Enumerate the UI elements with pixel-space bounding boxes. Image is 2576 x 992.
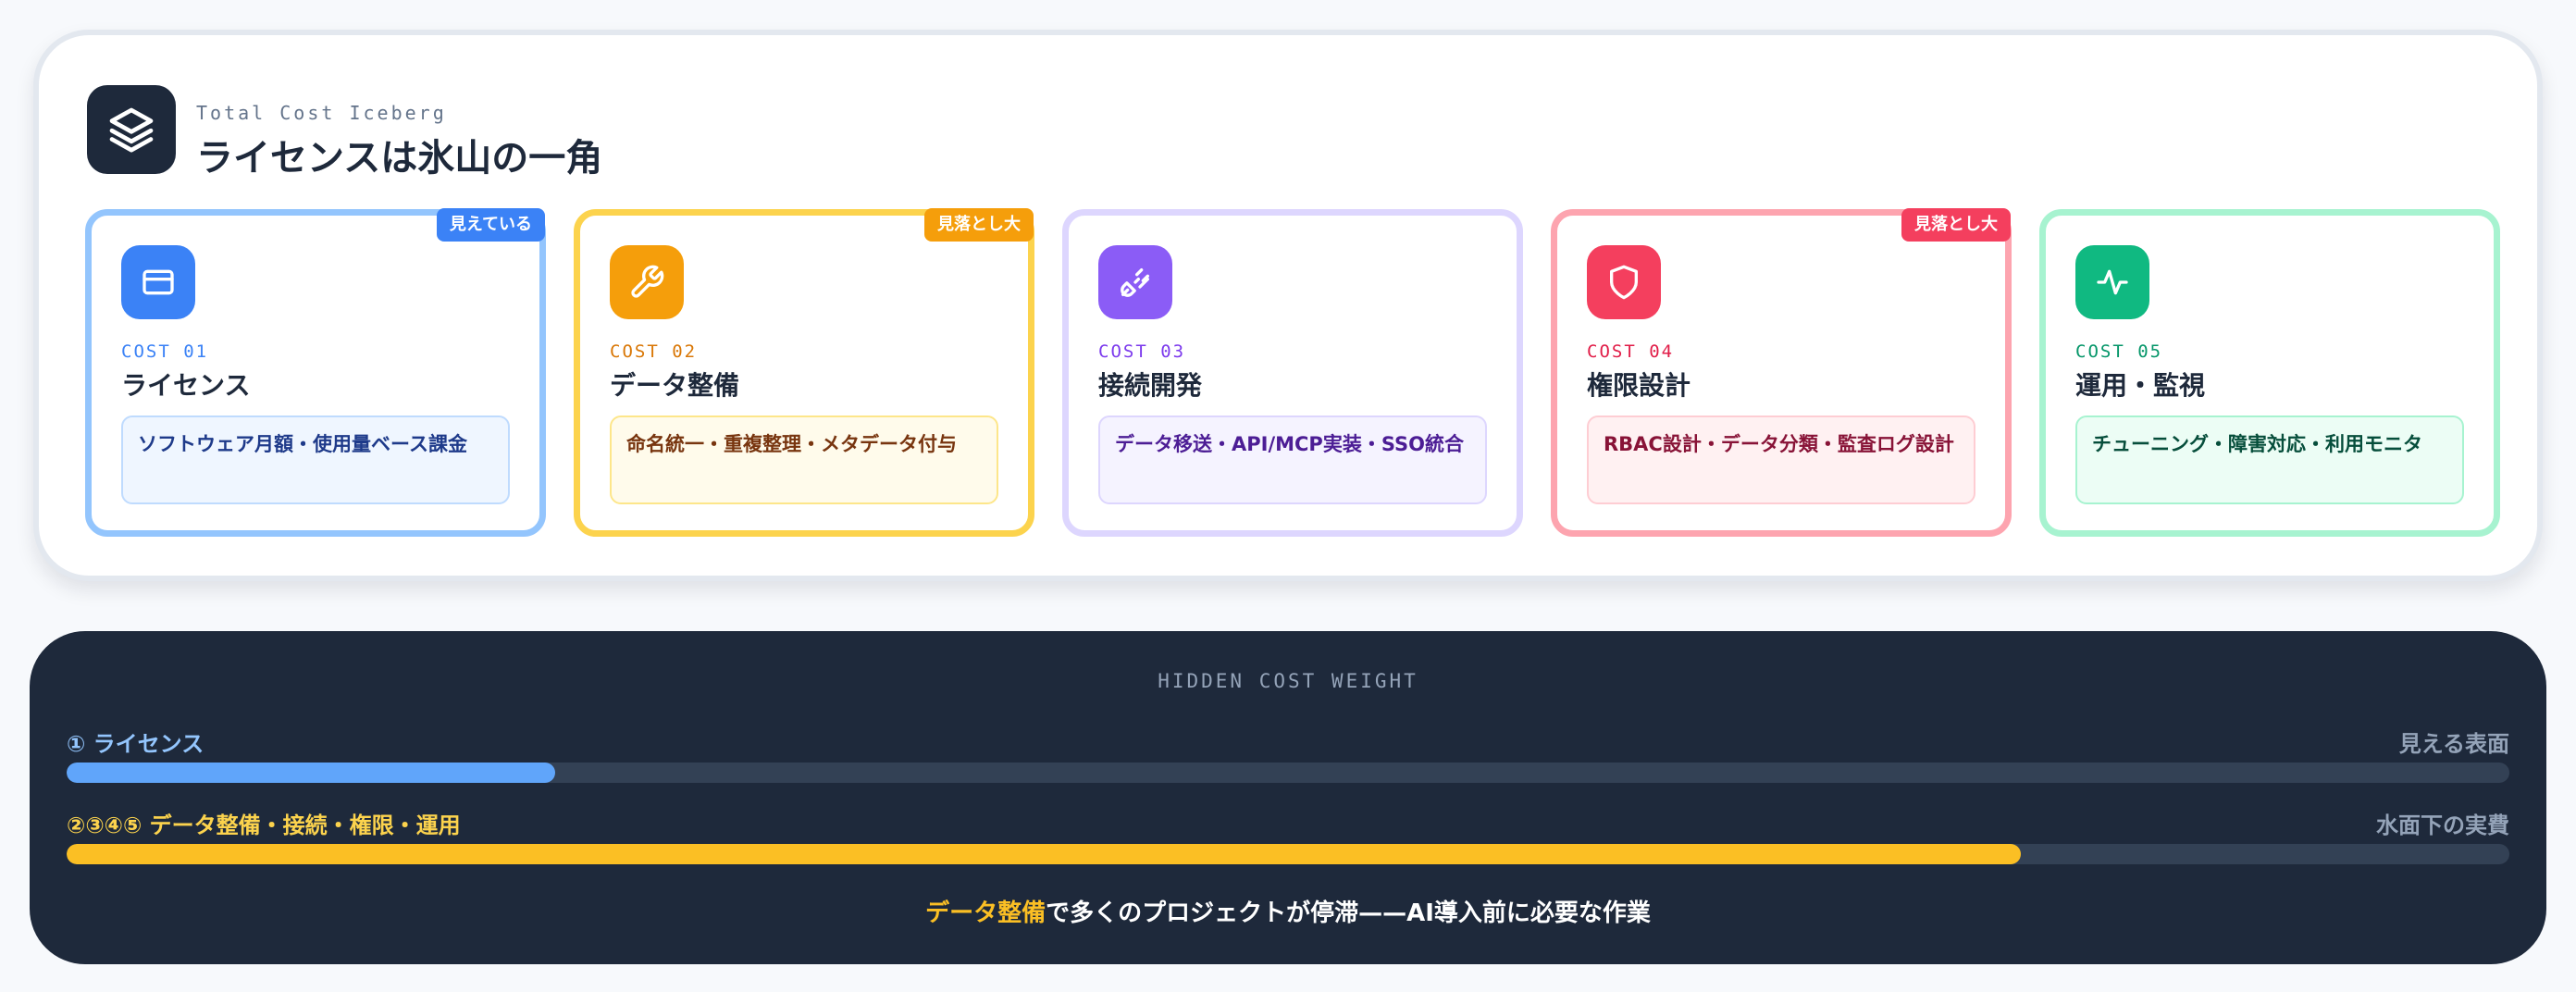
section-eyebrow: Total Cost Iceberg xyxy=(196,102,447,124)
cost-iceberg-card: Total Cost Iceberg ライセンスは氷山の一角 見えている COS… xyxy=(33,30,2543,581)
credit-card-icon xyxy=(121,245,195,319)
shield-icon xyxy=(1587,245,1661,319)
bar-fill-visible xyxy=(67,763,555,783)
footnote: データ整備で多くのプロジェクトが停滞——AI導入前に必要な作業 xyxy=(30,894,2546,928)
cost-code: COST 03 xyxy=(1098,341,1186,362)
activity-icon xyxy=(2075,245,2149,319)
cost-title: 運用・監視 xyxy=(2075,370,2206,401)
panel-label: HIDDEN COST WEIGHT xyxy=(1158,670,1418,692)
page-title: ライセンスは氷山の一角 xyxy=(196,137,603,180)
cost-code: COST 01 xyxy=(121,341,209,362)
cost-description: RBAC設計・データ分類・監査ログ設計 xyxy=(1587,415,1975,504)
cost-title: 接続開発 xyxy=(1098,370,1203,401)
cost-code: COST 04 xyxy=(1587,341,1675,362)
layers-icon xyxy=(87,85,176,174)
footnote-text: で多くのプロジェクトが停滞——AI導入前に必要な作業 xyxy=(1046,899,1651,927)
bar-track-hidden xyxy=(67,844,2509,864)
overlooked-badge: 見落とし大 xyxy=(924,208,1034,242)
cost-title: データ整備 xyxy=(610,370,740,401)
hidden-cost-panel: HIDDEN COST WEIGHT ① ライセンス 見える表面 ②③④⑤ デー… xyxy=(30,631,2546,964)
cost-card-license: 見えている COST 01 ライセンス ソフトウェア月額・使用量ベース課金 xyxy=(85,208,546,537)
bar-label-hidden: ②③④⑤ データ整備・接続・権限・運用 xyxy=(67,812,461,838)
cost-card-data-prep: 見落とし大 COST 02 データ整備 命名統一・重複整理・メタデータ付与 xyxy=(574,208,1034,537)
cost-description: ソフトウェア月額・使用量ベース課金 xyxy=(121,415,510,504)
visible-badge: 見えている xyxy=(436,208,545,242)
cost-description: チューニング・障害対応・利用モニタ xyxy=(2075,415,2464,504)
cost-card-operations: COST 05 運用・監視 チューニング・障害対応・利用モニタ xyxy=(2039,209,2500,537)
bar-tag-visible: 見える表面 xyxy=(2398,731,2509,757)
cost-description: データ移送・API/MCP実装・SSO統合 xyxy=(1098,415,1487,504)
cost-card-permissions: 見落とし大 COST 04 権限設計 RBAC設計・データ分類・監査ログ設計 xyxy=(1551,208,2012,537)
cost-title: 権限設計 xyxy=(1587,370,1691,401)
cost-cards: 見えている COST 01 ライセンス ソフトウェア月額・使用量ベース課金 見落… xyxy=(85,208,2500,537)
footnote-highlight: データ整備 xyxy=(925,899,1046,927)
cost-card-integration: COST 03 接続開発 データ移送・API/MCP実装・SSO統合 xyxy=(1062,209,1523,537)
bar-tag-hidden: 水面下の実費 xyxy=(2376,812,2509,838)
cost-code: COST 02 xyxy=(610,341,698,362)
overlooked-badge: 見落とし大 xyxy=(1901,208,2011,242)
wrench-icon xyxy=(610,245,684,319)
bar-fill-hidden xyxy=(67,844,2021,864)
bar-track-visible xyxy=(67,763,2509,783)
cost-description: 命名統一・重複整理・メタデータ付与 xyxy=(610,415,998,504)
bar-label-visible: ① ライセンス xyxy=(67,731,204,757)
plug-icon xyxy=(1098,245,1172,319)
cost-title: ライセンス xyxy=(121,370,251,401)
cost-code: COST 05 xyxy=(2075,341,2163,362)
